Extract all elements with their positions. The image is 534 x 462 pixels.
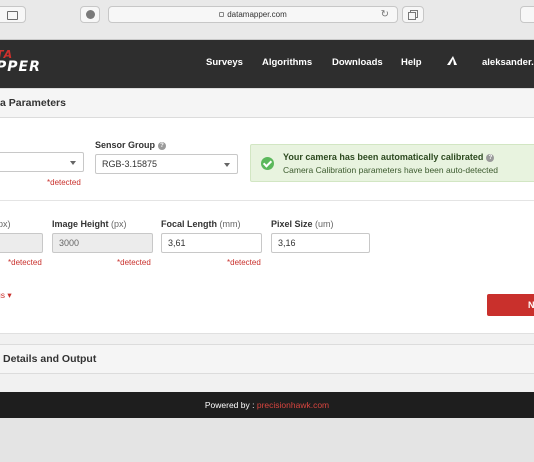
advanced-settings-link[interactable]: gs ▾ (0, 290, 12, 301)
reload-icon[interactable]: ↻ (381, 7, 389, 23)
camera-model-detected: *detected (47, 178, 81, 187)
footer-prefix: Powered by : (204, 400, 257, 410)
image-width-input[interactable] (0, 233, 43, 253)
image-height-label: Image Height (px) (52, 219, 127, 229)
nav-downloads[interactable]: Downloads (332, 57, 383, 68)
tabs-overview-button[interactable] (402, 6, 424, 23)
camera-model-select[interactable] (0, 152, 84, 172)
divider (0, 200, 534, 201)
footer-brand-link[interactable]: precisionhawk.com (257, 400, 329, 410)
browser-toolbar: datamapper.com ↻ (0, 0, 534, 40)
toolbar-button[interactable] (520, 6, 534, 23)
camera-parameters-panel: *detected Sensor Group? RGB-3.15875 Your… (0, 118, 534, 334)
nav-help[interactable]: Help (401, 57, 422, 68)
image-width-detected: *detected (8, 258, 42, 267)
chevron-down-icon (70, 161, 76, 165)
privacy-shield-button[interactable] (80, 6, 100, 23)
image-width-label: px) (0, 219, 11, 229)
datamapper-logo[interactable]: TA PPER (0, 49, 41, 75)
help-icon[interactable]: ? (158, 142, 167, 150)
image-height-input[interactable]: 3000 (52, 233, 153, 253)
sensor-group-label: Sensor Group? (95, 140, 167, 150)
help-icon[interactable]: ? (486, 154, 495, 162)
precisionhawk-icon[interactable] (446, 55, 458, 67)
alert-message: Camera Calibration parameters have been … (283, 165, 498, 175)
shield-icon (86, 10, 95, 19)
next-button[interactable]: N (487, 294, 534, 316)
alert-title: Your camera has been automatically calib… (283, 152, 495, 162)
focal-length-label: Focal Length (mm) (161, 219, 241, 229)
sidebar-toggle-button[interactable] (0, 6, 26, 23)
nav-surveys[interactable]: Surveys (206, 57, 243, 68)
image-height-detected: *detected (117, 258, 151, 267)
nav-algorithms[interactable]: Algorithms (262, 57, 312, 68)
focal-length-detected: *detected (227, 258, 261, 267)
page-background (0, 418, 534, 462)
address-bar[interactable]: datamapper.com ↻ (108, 6, 398, 23)
url-text: datamapper.com (227, 10, 287, 19)
check-circle-icon (261, 157, 274, 170)
main-content: a Parameters *detected Sensor Group? RGB… (0, 88, 534, 392)
pixel-size-input[interactable]: 3,16 (271, 233, 370, 253)
details-output-header[interactable]: Details and Output (0, 344, 534, 374)
user-menu[interactable]: aleksander.b (482, 57, 534, 68)
page-footer: Powered by : precisionhawk.com (0, 392, 534, 418)
focal-length-input[interactable]: 3,61 (161, 233, 262, 253)
calibration-success-alert: Your camera has been automatically calib… (250, 144, 534, 182)
pixel-size-label: Pixel Size (um) (271, 219, 334, 229)
lock-icon (219, 12, 225, 18)
app-navbar: TA PPER Surveys Algorithms Downloads Hel… (0, 40, 534, 88)
sensor-group-select[interactable]: RGB-3.15875 (95, 154, 238, 174)
chevron-down-icon (224, 163, 230, 167)
camera-parameters-header[interactable]: a Parameters (0, 88, 534, 118)
